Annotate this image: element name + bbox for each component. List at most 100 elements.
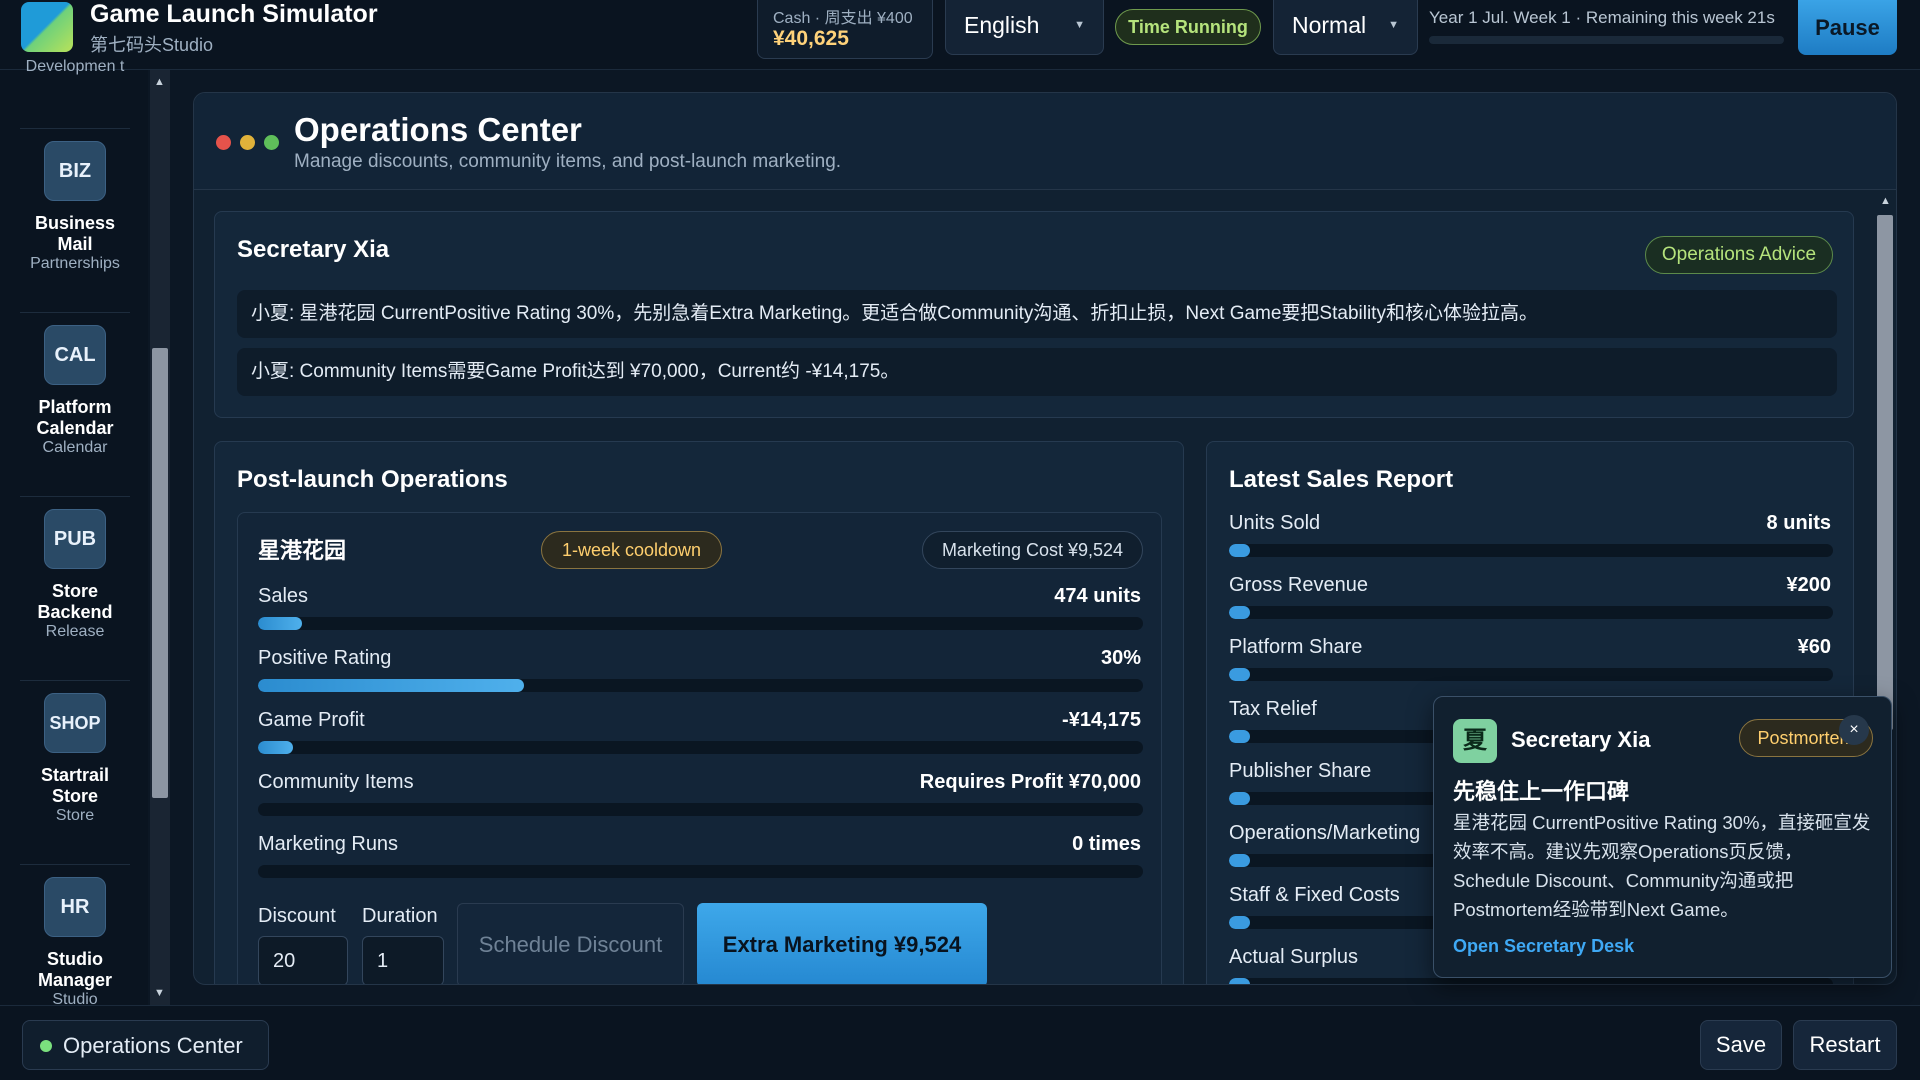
window-maximize-dot <box>264 135 279 150</box>
top-bar: Game Launch Simulator 第七码头Studio Cash · … <box>0 0 1920 70</box>
current-page-label: Operations Center <box>63 1033 243 1058</box>
popup-title: Secretary Xia <box>1511 727 1651 752</box>
close-icon[interactable]: × <box>1839 715 1869 745</box>
save-button[interactable]: Save <box>1700 1020 1782 1070</box>
current-page-indicator: Operations Center <box>22 1020 269 1070</box>
stat-value: Requires Profit ¥70,000 <box>919 771 1141 793</box>
pause-button[interactable]: Pause <box>1798 0 1897 55</box>
sidebar-scrollbar[interactable]: ▲ ▼ <box>150 70 170 1005</box>
sidebar-item-business-mail[interactable]: BIZ Business Mail Partnerships <box>20 128 130 304</box>
extra-marketing-button[interactable]: Extra Marketing ¥9,524 <box>697 903 987 984</box>
sales-row-bar-fill <box>1229 668 1251 681</box>
marketing-cost-badge: Marketing Cost ¥9,524 <box>922 531 1143 569</box>
cash-value: ¥40,625 <box>773 27 849 50</box>
status-dot-icon <box>40 1040 52 1052</box>
sales-row-bar-fill <box>1229 916 1251 929</box>
sidebar-item-label: Platform Calendar <box>36 397 114 438</box>
operations-advice-badge[interactable]: Operations Advice <box>1645 236 1833 274</box>
speed-select[interactable]: Normal ▼ <box>1273 0 1418 55</box>
stat-value: -¥14,175 <box>1062 709 1141 731</box>
speed-value: Normal <box>1292 12 1367 38</box>
stat-progress-bar <box>258 679 1143 692</box>
stat-progress-bar <box>258 617 1143 630</box>
stat-value: 474 units <box>1054 585 1141 607</box>
chevron-down-icon: ▼ <box>1388 19 1399 31</box>
sidebar-item-sublabel: Store <box>55 807 95 824</box>
stat-label: Game Profit <box>258 709 365 731</box>
avatar: 夏 <box>1453 719 1497 763</box>
sidebar-item-sublabel: Partnerships <box>30 255 120 272</box>
sales-row-value: ¥200 <box>1786 574 1832 596</box>
sales-row-bar <box>1229 978 1833 984</box>
app-title: Game Launch Simulator <box>90 0 378 28</box>
restart-button[interactable]: Restart <box>1793 1020 1897 1070</box>
discount-input[interactable] <box>258 936 348 984</box>
week-status: Year 1 Jul. Week 1 · Remaining this week… <box>1429 8 1775 27</box>
stat-progress-bar <box>258 803 1143 816</box>
sales-row-bar-fill <box>1229 606 1251 619</box>
studio-name: 第七码头Studio <box>90 35 214 55</box>
app-logo <box>21 2 73 52</box>
sales-row-label: Publisher Share <box>1229 760 1372 782</box>
sales-row-label: Operations/Marketing <box>1229 822 1421 844</box>
week-progress-track <box>1429 36 1784 44</box>
sales-row-bar-fill <box>1229 730 1251 743</box>
post-launch-operations-card: Post-launch Operations 星港花园 1-week coold… <box>214 441 1184 984</box>
scroll-down-icon[interactable]: ▼ <box>154 987 165 999</box>
sidebar-item-studio-manager[interactable]: HR Studio Manager Studio <box>20 864 130 1005</box>
sidebar-item-store-backend[interactable]: PUB Store Backend Release <box>20 496 130 672</box>
cash-display: Cash · 周支出 ¥400 ¥40,625 <box>757 0 933 59</box>
sales-row-label: Gross Revenue <box>1229 574 1368 596</box>
scroll-up-icon[interactable]: ▲ <box>1880 195 1891 207</box>
discount-label: Discount <box>258 905 336 927</box>
sidebar-item-platform-calendar[interactable]: CAL Platform Calendar Calendar <box>20 312 130 488</box>
sidebar-item-label: Studio Manager <box>37 949 113 990</box>
stat-label: Marketing Runs <box>258 833 399 855</box>
secretary-message: 小夏: 星港花园 CurrentPositive Rating 30%，先别急着… <box>237 290 1837 338</box>
sidebar-item-sublabel: Release <box>45 623 105 640</box>
popup-headline: 先稳住上一作口碑 <box>1453 779 1630 804</box>
sales-row-bar-fill <box>1229 544 1251 557</box>
sales-row-label: Staff & Fixed Costs <box>1229 884 1400 906</box>
language-select[interactable]: English ▼ <box>945 0 1104 55</box>
stat-progress-fill <box>258 679 524 692</box>
hr-icon: HR <box>44 877 106 937</box>
open-secretary-desk-link[interactable]: Open Secretary Desk <box>1453 936 1634 957</box>
sidebar-item-partial-label[interactable]: Developmen t <box>20 58 130 76</box>
stat-label: Positive Rating <box>258 647 392 669</box>
sidebar: Developmen t BIZ Business Mail Partnersh… <box>0 58 148 1005</box>
window-minimize-dot <box>240 135 255 150</box>
sales-row-bar-fill <box>1229 978 1251 984</box>
sales-row-label: Platform Share <box>1229 636 1363 658</box>
panel-header: Operations Center Manage discounts, comm… <box>194 93 1896 190</box>
sales-row-bar <box>1229 668 1833 681</box>
sales-row-bar-fill <box>1229 792 1251 805</box>
main-scroll-thumb[interactable] <box>1877 215 1893 730</box>
business-icon: BIZ <box>44 141 106 201</box>
bottom-bar: Operations Center Save Restart <box>0 1005 1920 1080</box>
sidebar-item-sublabel: Calendar <box>42 439 108 456</box>
window-close-dot <box>216 135 231 150</box>
schedule-discount-button[interactable]: Schedule Discount <box>457 903 684 984</box>
duration-input[interactable] <box>362 936 444 984</box>
operations-title: Post-launch Operations <box>237 466 508 493</box>
sales-row-bar <box>1229 544 1833 557</box>
duration-label: Duration <box>362 905 438 927</box>
sales-report-title: Latest Sales Report <box>1229 466 1454 493</box>
chevron-down-icon: ▼ <box>1074 19 1085 31</box>
sidebar-scroll-thumb[interactable] <box>152 348 168 798</box>
sidebar-item-label: Store Backend <box>37 581 113 622</box>
cooldown-badge: 1-week cooldown <box>541 531 722 569</box>
stat-progress-bar <box>258 741 1143 754</box>
sidebar-item-startrail-store[interactable]: SHOP Startrail Store Store <box>20 680 130 856</box>
sales-row-value: ¥60 <box>1797 636 1831 658</box>
stat-value: 0 times <box>1072 833 1141 855</box>
sales-row-label: Units Sold <box>1229 512 1321 534</box>
publish-icon: PUB <box>44 509 106 569</box>
scroll-up-icon[interactable]: ▲ <box>154 76 165 88</box>
secretary-card: Secretary Xia Operations Advice 小夏: 星港花园… <box>214 211 1854 418</box>
game-name: 星港花园 <box>258 538 347 563</box>
secretary-popup: 夏 Secretary Xia Postmortem × 先稳住上一作口碑 星港… <box>1433 696 1892 978</box>
sidebar-item-label: Startrail Store <box>40 765 110 806</box>
stat-progress-fill <box>258 741 294 754</box>
